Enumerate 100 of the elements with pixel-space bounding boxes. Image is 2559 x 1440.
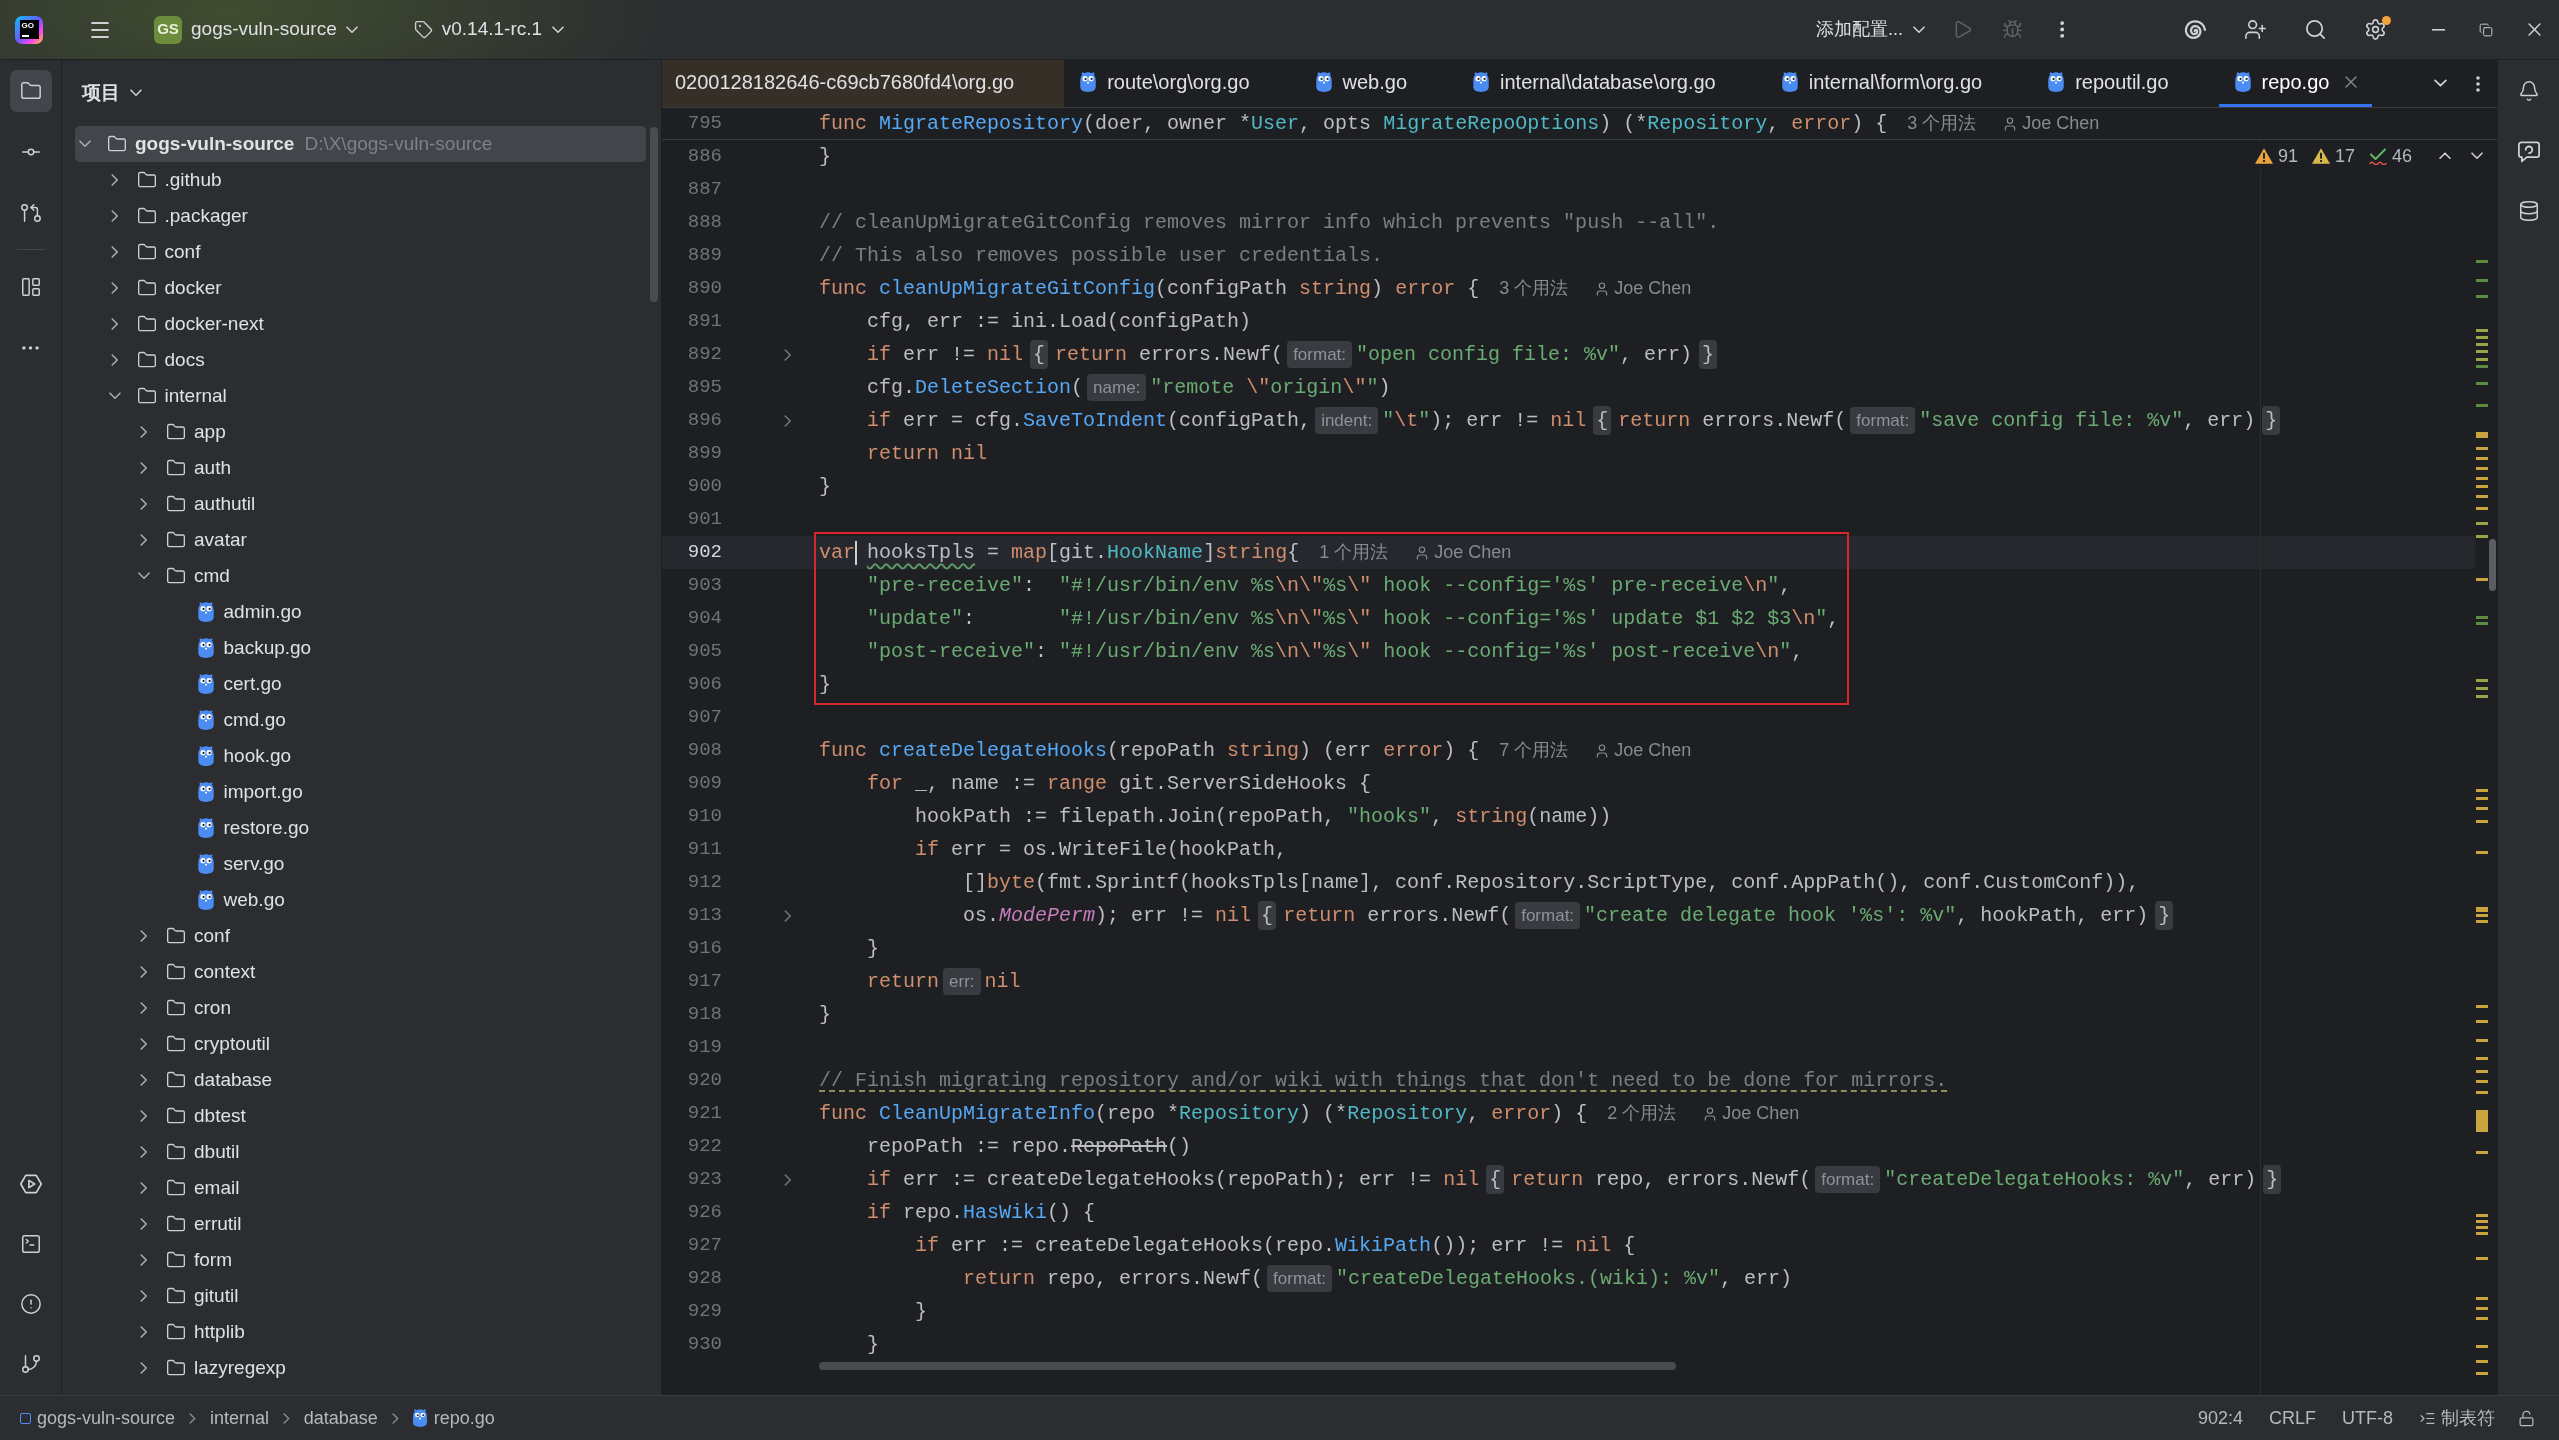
tree-item[interactable]: cmd.go: [75, 702, 646, 738]
chevron-right-icon[interactable]: [140, 462, 148, 474]
tree-item[interactable]: docker-next: [75, 306, 646, 342]
editor-tab[interactable]: internal\database\org.go: [1457, 60, 1766, 107]
folded-brace[interactable]: }: [2263, 1165, 2282, 1194]
author-name[interactable]: Joe Chen: [1722, 1100, 1800, 1127]
folded-brace[interactable]: {: [1593, 406, 1612, 435]
project-selector[interactable]: GS gogs-vuln-source: [148, 8, 366, 51]
tree-item[interactable]: app: [75, 414, 646, 450]
tree-item[interactable]: auth: [75, 450, 646, 486]
chevron-right-icon[interactable]: [140, 966, 148, 978]
tree-item[interactable]: conf: [75, 918, 646, 954]
chevron-right-icon[interactable]: [110, 210, 119, 222]
expand-chevron-icon[interactable]: [784, 909, 792, 922]
tree-item[interactable]: email: [75, 1170, 646, 1206]
editor-tab[interactable]: route\org\org.go: [1064, 60, 1300, 107]
tree-item[interactable]: docker: [75, 270, 646, 306]
tree-item[interactable]: cmd: [75, 558, 646, 594]
tree-item[interactable]: admin.go: [75, 594, 646, 630]
inspection-counter[interactable]: 46: [2363, 142, 2417, 170]
run-configuration-selector[interactable]: 添加配置...: [1804, 8, 1937, 51]
tree-item[interactable]: authutil: [75, 486, 646, 522]
usage-count[interactable]: 2 个用法: [1607, 1100, 1677, 1127]
file-encoding[interactable]: UTF-8: [2329, 1402, 2406, 1434]
tree-item[interactable]: cryptoutil: [75, 1026, 646, 1062]
tree-item[interactable]: serv.go: [75, 846, 646, 882]
tree-item[interactable]: avatar: [75, 522, 646, 558]
tree-item[interactable]: internal: [75, 378, 646, 414]
tree-item[interactable]: .packager: [75, 198, 646, 234]
scrollbar-thumb[interactable]: [2489, 539, 2496, 591]
chevron-right-icon[interactable]: [140, 1362, 148, 1374]
expand-chevron-icon[interactable]: [784, 414, 792, 427]
chevron-right-icon[interactable]: [140, 1182, 148, 1194]
breadcrumb[interactable]: database: [301, 1402, 380, 1434]
chevron-right-icon[interactable]: [140, 1218, 148, 1230]
tree-item[interactable]: .github: [75, 162, 646, 198]
tree-item[interactable]: httplib: [75, 1314, 646, 1350]
chevron-right-icon[interactable]: [110, 282, 119, 294]
chevron-right-icon[interactable]: [110, 318, 119, 330]
tree-item[interactable]: web.go: [75, 882, 646, 918]
chevron-down-icon[interactable]: [108, 392, 121, 400]
tree-item[interactable]: import.go: [75, 774, 646, 810]
tree-item[interactable]: cron: [75, 990, 646, 1026]
author-name[interactable]: Joe Chen: [2022, 110, 2100, 137]
expand-chevron-icon[interactable]: [784, 1173, 792, 1186]
tree-item[interactable]: dbtest: [75, 1098, 646, 1134]
tree-item[interactable]: database: [75, 1062, 646, 1098]
chevron-right-icon[interactable]: [140, 1146, 148, 1158]
author-name[interactable]: Joe Chen: [1614, 275, 1692, 302]
breadcrumb[interactable]: internal: [207, 1402, 271, 1434]
tree-item[interactable]: hook.go: [75, 738, 646, 774]
usage-count[interactable]: 3 个用法: [1499, 275, 1569, 302]
line-separator[interactable]: CRLF: [2256, 1402, 2329, 1434]
editor-tab[interactable]: repoutil.go: [2032, 60, 2219, 107]
tree-item[interactable]: gogs-vuln-source D:\X\gogs-vuln-source: [75, 126, 646, 162]
tree-item[interactable]: cert.go: [75, 666, 646, 702]
chevron-right-icon[interactable]: [140, 1290, 148, 1302]
folded-brace[interactable]: {: [1258, 901, 1277, 930]
close-icon[interactable]: [2345, 76, 2358, 88]
chevron-down-icon[interactable]: [138, 572, 150, 580]
author-name[interactable]: Joe Chen: [1614, 737, 1692, 764]
tree-item[interactable]: errutil: [75, 1206, 646, 1242]
folded-brace[interactable]: }: [2262, 406, 2281, 435]
chevron-right-icon[interactable]: [140, 426, 148, 438]
scrollbar-thumb[interactable]: [819, 1362, 1676, 1370]
chevron-right-icon[interactable]: [140, 1002, 148, 1014]
editor-tab[interactable]: web.go: [1299, 60, 1458, 107]
tree-item[interactable]: lazyregexp: [75, 1350, 646, 1386]
chevron-right-icon[interactable]: [140, 1074, 148, 1086]
tree-item[interactable]: dbutil: [75, 1134, 646, 1170]
project-view-selector[interactable]: 项目: [76, 75, 148, 111]
scrollbar-thumb[interactable]: [650, 127, 658, 302]
chevron-right-icon[interactable]: [110, 246, 119, 258]
folded-brace[interactable]: }: [1699, 340, 1718, 369]
tree-item[interactable]: conf: [75, 234, 646, 270]
project-tool-button[interactable]: [9, 70, 52, 112]
tree-item[interactable]: gitutil: [75, 1278, 646, 1314]
author-name[interactable]: Joe Chen: [1434, 539, 1512, 566]
chevron-right-icon[interactable]: [140, 930, 148, 942]
inspection-counter[interactable]: 17: [2306, 142, 2360, 170]
chevron-right-icon[interactable]: [140, 498, 148, 510]
usage-count[interactable]: 7 个用法: [1499, 737, 1569, 764]
chevron-down-icon[interactable]: [79, 140, 91, 148]
breadcrumb[interactable]: repo.go: [410, 1402, 497, 1434]
tree-item[interactable]: restore.go: [75, 810, 646, 846]
chevron-right-icon[interactable]: [140, 1038, 148, 1050]
folded-brace[interactable]: {: [1486, 1165, 1505, 1194]
caret-position[interactable]: 902:4: [2184, 1402, 2256, 1434]
chevron-right-icon[interactable]: [140, 1326, 148, 1338]
folded-brace[interactable]: }: [2155, 901, 2174, 930]
chevron-right-icon[interactable]: [110, 174, 119, 186]
breadcrumb[interactable]: gogs-vuln-source: [18, 1402, 178, 1434]
chevron-right-icon[interactable]: [140, 1110, 148, 1122]
usage-count[interactable]: 1 个用法: [1319, 539, 1389, 566]
editor-tab[interactable]: 0200128182646-c69cb7680fd4\org.go: [662, 60, 1065, 107]
expand-chevron-icon[interactable]: [784, 348, 792, 361]
branch-selector[interactable]: v0.14.1-rc.1: [405, 8, 573, 51]
tree-item[interactable]: docs: [75, 342, 646, 378]
tree-item[interactable]: form: [75, 1242, 646, 1278]
chevron-right-icon[interactable]: [140, 534, 148, 546]
